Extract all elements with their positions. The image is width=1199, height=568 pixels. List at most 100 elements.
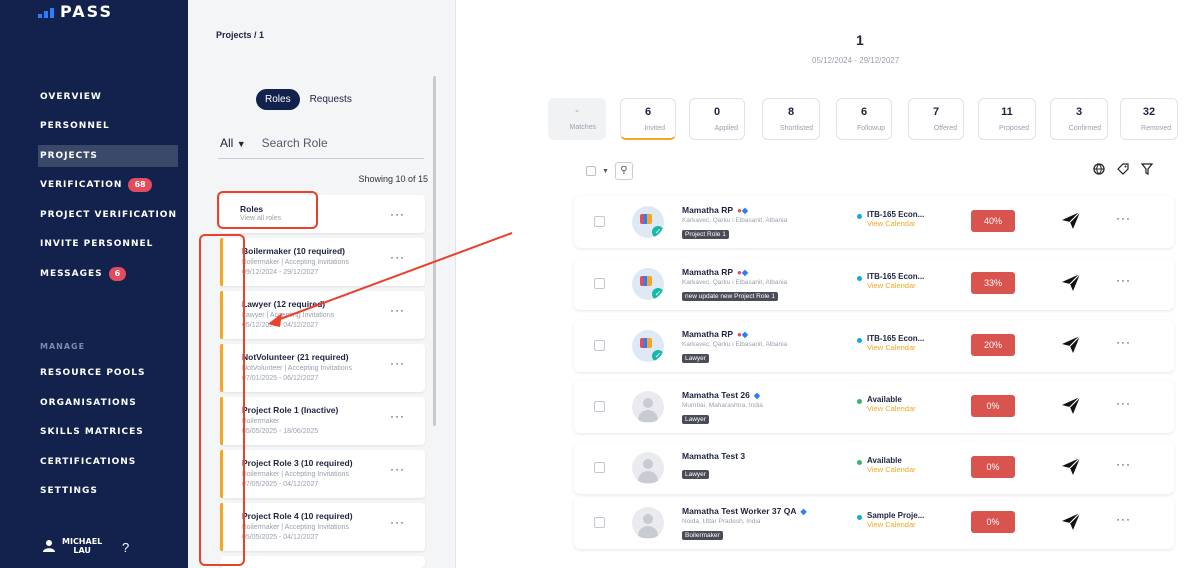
sidebar-item-overview[interactable]: OVERVIEW [40,86,102,108]
more-icon[interactable]: ··· [390,462,405,476]
send-icon[interactable] [1060,333,1082,355]
candidate-row[interactable]: Mamatha Test Worker 37 QA ◆ Noida, Uttar … [574,497,1174,549]
candidate-row[interactable]: Mamatha Test 26 ◆ Mumbai, Maharashtra, In… [574,381,1174,433]
stat-confirmed[interactable]: 3 Confirmed [1050,98,1108,140]
row-checkbox[interactable] [594,517,605,528]
candidate-name[interactable]: Mamatha Test 3 [682,451,745,461]
caret-down-icon[interactable]: ▼ [602,168,609,175]
role-card-dates: 05/05/2025 - 18/06/2025 [242,428,319,435]
status-text: ITB-165 Econ... [867,210,925,219]
more-icon[interactable]: ··· [1116,512,1131,526]
search-role-input[interactable]: Search Role [262,136,328,150]
sidebar-item-certifications[interactable]: CERTIFICATIONS [40,451,136,473]
role-card[interactable]: Lawyer (12 required) Lawyer | Accepting … [220,291,425,339]
user-icon [43,540,55,552]
more-icon[interactable]: ··· [1116,211,1131,225]
sidebar-item-invite-personnel[interactable]: INVITE PERSONNEL [40,233,153,255]
sidebar-item-settings[interactable]: SETTINGS [40,480,98,502]
user-profile[interactable]: MICHAEL LAU [42,537,102,555]
send-icon[interactable] [1060,209,1082,231]
breadcrumb[interactable]: Projects / 1 [216,30,264,40]
sidebar-item-organisations[interactable]: ORGANISATIONS [40,392,137,414]
stat-removed[interactable]: 32 Removed [1120,98,1178,140]
sidebar-item-label: MESSAGES [40,269,103,279]
send-icon[interactable] [1060,510,1082,532]
annotation-highlight-stripes [199,234,245,566]
send-icon[interactable] [1060,394,1082,416]
filter-icon[interactable] [1141,163,1153,175]
role-card[interactable] [220,556,425,568]
role-card[interactable]: Project Role 1 (Inactive) Boilermaker 05… [220,397,425,445]
search-icon[interactable]: ⚲ [614,162,633,180]
role-card[interactable]: Project Role 4 (10 required) Boilermaker… [220,503,425,551]
more-icon[interactable]: ··· [1116,396,1131,410]
tab-roles[interactable]: Roles [256,89,300,110]
candidate-name[interactable]: Mamatha Test 26 ◆ [682,390,760,400]
sidebar-item-personnel[interactable]: PERSONNEL [40,115,110,137]
status-text: ITB-165 Econ... [867,334,925,343]
more-icon[interactable]: ··· [390,250,405,264]
more-icon[interactable]: ··· [1116,457,1131,471]
row-checkbox[interactable] [594,401,605,412]
role-card[interactable]: Project Role 3 (10 required) Boilermaker… [220,450,425,498]
candidate-row[interactable]: Mamatha Test 3 Lawyer Available View Cale… [574,442,1174,494]
role-card[interactable]: NotVolunteer (21 required) NotVolunteer … [220,344,425,392]
role-filter-select[interactable]: All ▼ [220,136,246,150]
candidate-name[interactable]: Mamatha RP ●◆ [682,267,748,277]
more-icon[interactable]: ··· [1116,335,1131,349]
more-icon[interactable]: ··· [390,409,405,423]
stat-proposed[interactable]: 11 Proposed [978,98,1036,140]
view-calendar-link[interactable]: View Calendar [867,219,924,228]
role-card-type: Boilermaker [242,418,280,425]
view-calendar-link[interactable]: View Calendar [867,281,924,290]
more-icon[interactable]: ··· [390,515,405,529]
candidate-location: Noida, Uttar Pradesh, India [682,518,761,525]
sidebar-item-messages[interactable]: MESSAGES 6 [40,263,127,285]
candidate-row[interactable]: ✓ Mamatha RP ●◆ Karkavec, Qarku i Elbasan… [574,258,1174,310]
row-checkbox[interactable] [594,462,605,473]
sidebar-item-resource-pools[interactable]: RESOURCE POOLS [40,362,145,384]
row-checkbox[interactable] [594,216,605,227]
more-icon[interactable]: ··· [390,303,405,317]
select-all-checkbox[interactable] [586,166,596,176]
send-icon[interactable] [1060,455,1082,477]
globe-icon[interactable] [1093,163,1105,175]
stat-matches[interactable]: - Matches [548,98,606,140]
stat-label: Invited [644,125,665,132]
tag-icon[interactable] [1117,163,1129,175]
sidebar-item-verification[interactable]: VERIFICATION 68 [40,174,152,196]
stat-applied[interactable]: 0 Applied [689,98,745,140]
status-text: Available [867,395,902,404]
role-card[interactable]: Boilermaker (10 required) Boilermaker | … [220,238,425,286]
view-calendar-link[interactable]: View Calendar [867,520,924,529]
row-checkbox[interactable] [594,278,605,289]
stat-label: Proposed [999,125,1029,132]
sidebar-item-label: PERSONNEL [40,121,110,131]
more-icon[interactable]: ··· [390,207,405,221]
more-icon[interactable]: ··· [1116,273,1131,287]
sidebar-item-project-verification[interactable]: PROJECT VERIFICATION [40,204,177,226]
stat-followup[interactable]: 6 Followup [836,98,892,140]
match-score: 0% [971,456,1015,478]
candidate-name[interactable]: Mamatha RP ●◆ [682,205,748,215]
sidebar-item-skills-matrices[interactable]: SKILLS MATRICES [40,421,144,443]
stat-invited[interactable]: 6 Invited [620,98,676,140]
send-icon[interactable] [1060,271,1082,293]
help-icon[interactable]: ? [122,540,129,555]
scrollbar[interactable] [433,76,436,426]
candidate-name[interactable]: Mamatha RP ●◆ [682,329,748,339]
candidate-name[interactable]: Mamatha Test Worker 37 QA ◆ [682,506,807,516]
stat-shortlisted[interactable]: 8 Shortlisted [762,98,820,140]
more-icon[interactable]: ··· [390,356,405,370]
candidate-row[interactable]: ✓ Mamatha RP ●◆ Karkavec, Qarku i Elbasan… [574,196,1174,248]
view-calendar-link[interactable]: View Calendar [867,465,916,474]
view-calendar-link[interactable]: View Calendar [867,343,924,352]
stat-offered[interactable]: 7 Offered [908,98,964,140]
stat-label: Matches [569,124,596,131]
logo[interactable]: PASS [38,2,113,21]
tab-requests[interactable]: Requests [310,94,352,105]
sidebar-item-projects[interactable]: PROJECTS [38,145,178,167]
view-calendar-link[interactable]: View Calendar [867,404,916,413]
row-checkbox[interactable] [594,340,605,351]
candidate-row[interactable]: ✓ Mamatha RP ●◆ Karkavec, Qarku i Elbasan… [574,320,1174,372]
